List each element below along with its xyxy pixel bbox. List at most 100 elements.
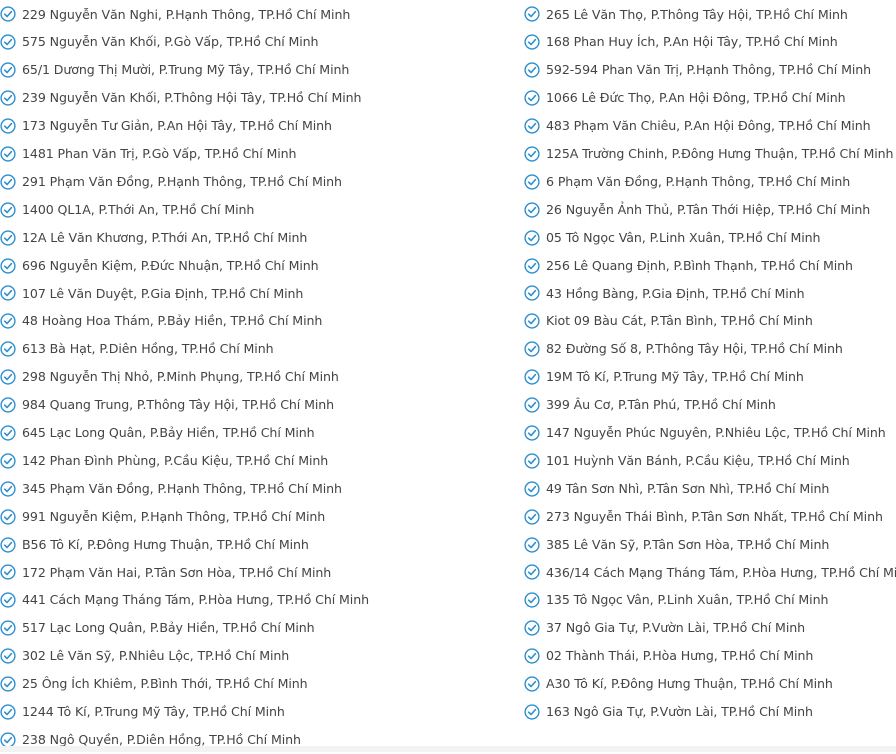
address-item: 1244 Tô Kí, P.Trung Mỹ Tây, TP.Hồ Chí Mi…: [0, 698, 285, 726]
address-item: 483 Phạm Văn Chiêu, P.An Hội Đông, TP.Hồ…: [524, 112, 871, 140]
check-circle-icon: [0, 536, 16, 553]
check-circle-icon: [0, 202, 16, 218]
address-text: 101 Huỳnh Văn Bánh, P.Cầu Kiệu, TP.Hồ Ch…: [546, 452, 850, 468]
address-item: 696 Nguyễn Kiệm, P.Đức Nhuận, TP.Hồ Chí …: [0, 252, 319, 280]
address-text: 991 Nguyễn Kiệm, P.Hạnh Thông, TP.Hồ Chí…: [22, 508, 326, 524]
check-circle-icon: [524, 536, 540, 553]
address-text: 256 Lê Quang Định, P.Bình Thạnh, TP.Hồ C…: [546, 257, 853, 273]
check-circle-icon: [0, 118, 16, 134]
check-circle-icon: [524, 425, 540, 441]
bottom-strip: [0, 746, 896, 752]
address-item: 163 Ngô Gia Tự, P.Vườn Lài, TP.Hồ Chí Mi…: [524, 698, 813, 726]
address-item: 26 Nguyễn Ảnh Thủ, P.Tân Thới Hiệp, TP.H…: [524, 196, 870, 224]
check-circle-icon: [0, 341, 16, 357]
address-text: 12A Lê Văn Khương, P.Thới An, TP.Hồ Chí …: [22, 229, 308, 245]
address-text: 302 Lê Văn Sỹ, P.Nhiêu Lộc, TP.Hồ Chí Mi…: [22, 648, 290, 664]
address-item: 399 Âu Cơ, P.Tân Phú, TP.Hồ Chí Minh: [524, 391, 776, 419]
address-text: 613 Bà Hạt, P.Diên Hồng, TP.Hồ Chí Minh: [22, 341, 274, 357]
address-item: 1481 Phan Văn Trị, P.Gò Vấp, TP.Hồ Chí M…: [0, 140, 297, 168]
address-item: 147 Nguyễn Phúc Nguyên, P.Nhiêu Lộc, TP.…: [524, 419, 886, 447]
check-circle-icon: [0, 146, 16, 162]
address-item: 265 Lê Văn Thọ, P.Thông Tây Hội, TP.Hồ C…: [524, 1, 848, 29]
address-item: 02 Thành Thái, P.Hòa Hưng, TP.Hồ Chí Min…: [524, 642, 813, 670]
check-circle-icon: [0, 453, 16, 469]
address-item: 43 Hồng Bàng, P.Gia Định, TP.Hồ Chí Minh: [524, 280, 805, 308]
check-circle-icon: [524, 6, 540, 23]
check-circle-icon: [524, 509, 540, 525]
address-item: 25 Ông Ích Khiêm, P.Bình Thới, TP.Hồ Chí…: [0, 670, 308, 698]
address-text: 172 Phạm Văn Hai, P.Tân Sơn Hòa, TP.Hồ C…: [22, 564, 332, 580]
check-circle-icon: [0, 313, 16, 329]
address-text: 02 Thành Thái, P.Hòa Hưng, TP.Hồ Chí Min…: [546, 648, 814, 664]
address-text: 173 Nguyễn Tư Giản, P.An Hội Tây, TP.Hồ …: [22, 118, 332, 134]
address-text: 107 Lê Văn Duyệt, P.Gia Định, TP.Hồ Chí …: [22, 285, 304, 301]
address-item: A30 Tô Kí, P.Đông Hưng Thuận, TP.Hồ Chí …: [524, 670, 833, 698]
address-text: 229 Nguyễn Văn Nghi, P.Hạnh Thông, TP.Hồ…: [22, 6, 351, 22]
address-text: 125A Trường Chinh, P.Đông Hưng Thuận, TP…: [546, 146, 894, 161]
address-text: 05 Tô Ngọc Vân, P.Linh Xuân, TP.Hồ Chí M…: [546, 229, 821, 245]
address-item: 298 Nguyễn Thị Nhỏ, P.Minh Phụng, TP.Hồ …: [0, 363, 339, 391]
address-text: 592-594 Phan Văn Trị, P.Hạnh Thông, TP.H…: [546, 62, 872, 78]
check-circle-icon: [524, 257, 540, 274]
address-text: 265 Lê Văn Thọ, P.Thông Tây Hội, TP.Hồ C…: [546, 6, 848, 22]
check-circle-icon: [524, 118, 540, 134]
check-circle-icon: [0, 90, 16, 106]
address-item: 107 Lê Văn Duyệt, P.Gia Định, TP.Hồ Chí …: [0, 280, 303, 308]
check-circle-icon: [0, 648, 16, 664]
address-item: 82 Đường Số 8, P.Thông Tây Hội, TP.Hồ Ch…: [524, 335, 843, 363]
address-item: 645 Lạc Long Quân, P.Bảy Hiền, TP.Hồ Chí…: [0, 419, 315, 447]
address-text: 645 Lạc Long Quân, P.Bảy Hiền, TP.Hồ Chí…: [22, 425, 315, 440]
check-circle-icon: [0, 592, 16, 608]
check-circle-icon: [524, 146, 540, 162]
check-circle-icon: [0, 704, 16, 720]
address-item: 345 Phạm Văn Đồng, P.Hạnh Thông, TP.Hồ C…: [0, 475, 342, 503]
address-item: 613 Bà Hạt, P.Diên Hồng, TP.Hồ Chí Minh: [0, 335, 274, 363]
check-circle-icon: [0, 676, 16, 692]
address-item: 991 Nguyễn Kiệm, P.Hạnh Thông, TP.Hồ Chí…: [0, 503, 325, 531]
check-circle-icon: [0, 285, 16, 302]
address-item: 1400 QL1A, P.Thới An, TP.Hồ Chí Minh: [0, 196, 254, 224]
address-item: 239 Nguyễn Văn Khối, P.Thông Hội Tây, TP…: [0, 84, 361, 112]
address-item: 48 Hoàng Hoa Thám, P.Bảy Hiền, TP.Hồ Chí…: [0, 307, 322, 335]
address-text: 147 Nguyễn Phúc Nguyên, P.Nhiêu Lộc, TP.…: [546, 425, 886, 440]
address-text: B56 Tô Kí, P.Đông Hưng Thuận, TP.Hồ Chí …: [22, 536, 309, 552]
address-text: 168 Phan Huy Ích, P.An Hội Tây, TP.Hồ Ch…: [546, 34, 838, 50]
check-circle-icon: [524, 676, 540, 692]
address-text: 483 Phạm Văn Chiêu, P.An Hội Đông, TP.Hồ…: [546, 118, 871, 134]
address-item: 575 Nguyễn Văn Khối, P.Gò Vấp, TP.Hồ Chí…: [0, 28, 319, 56]
check-circle-icon: [524, 592, 540, 608]
check-circle-icon: [0, 509, 16, 525]
address-item: 37 Ngô Gia Tự, P.Vườn Lài, TP.Hồ Chí Min…: [524, 614, 805, 642]
address-text: 273 Nguyễn Thái Bình, P.Tân Sơn Nhất, TP…: [546, 508, 883, 524]
address-item: 6 Phạm Văn Đồng, P.Hạnh Thông, TP.Hồ Chí…: [524, 168, 850, 196]
check-circle-icon: [524, 90, 540, 106]
address-text: 142 Phan Đình Phùng, P.Cầu Kiệu, TP.Hồ C…: [22, 452, 329, 468]
address-text: 517 Lạc Long Quân, P.Bảy Hiền, TP.Hồ Chí…: [22, 620, 315, 636]
address-item: B56 Tô Kí, P.Đông Hưng Thuận, TP.Hồ Chí …: [0, 531, 309, 559]
address-text: 575 Nguyễn Văn Khối, P.Gò Vấp, TP.Hồ Chí…: [22, 34, 319, 50]
address-text: 43 Hồng Bàng, P.Gia Định, TP.Hồ Chí Minh: [546, 285, 805, 301]
address-item: Kiot 09 Bàu Cát, P.Tân Bình, TP.Hồ Chí M…: [524, 307, 813, 335]
address-item: 256 Lê Quang Định, P.Bình Thạnh, TP.Hồ C…: [524, 252, 853, 280]
check-circle-icon: [0, 257, 16, 274]
check-circle-icon: [524, 285, 540, 302]
address-text: 65/1 Dương Thị Mười, P.Trung Mỹ Tây, TP.…: [22, 62, 350, 78]
check-circle-icon: [524, 174, 540, 190]
address-text: 82 Đường Số 8, P.Thông Tây Hội, TP.Hồ Ch…: [546, 341, 843, 357]
check-circle-icon: [524, 481, 540, 497]
address-text: 19M Tô Kí, P.Trung Mỹ Tây, TP.Hồ Chí Min…: [546, 369, 804, 385]
address-item: 229 Nguyễn Văn Nghi, P.Hạnh Thông, TP.Hồ…: [0, 1, 350, 29]
address-text: 436/14 Cách Mạng Tháng Tám, P.Hòa Hưng, …: [546, 564, 896, 580]
address-text: 48 Hoàng Hoa Thám, P.Bảy Hiền, TP.Hồ Chí…: [22, 313, 323, 329]
check-circle-icon: [0, 174, 16, 190]
check-circle-icon: [0, 564, 16, 581]
address-text: 291 Phạm Văn Đồng, P.Hạnh Thông, TP.Hồ C…: [22, 173, 342, 189]
check-circle-icon: [524, 341, 540, 357]
check-circle-icon: [524, 704, 540, 720]
address-item: 273 Nguyễn Thái Bình, P.Tân Sơn Nhất, TP…: [524, 503, 883, 531]
address-item: 05 Tô Ngọc Vân, P.Linh Xuân, TP.Hồ Chí M…: [524, 224, 821, 252]
address-text: 239 Nguyễn Văn Khối, P.Thông Hội Tây, TP…: [22, 90, 362, 106]
address-item: 65/1 Dương Thị Mười, P.Trung Mỹ Tây, TP.…: [0, 56, 349, 84]
address-item: 168 Phan Huy Ích, P.An Hội Tây, TP.Hồ Ch…: [524, 28, 838, 56]
check-circle-icon: [0, 620, 16, 636]
